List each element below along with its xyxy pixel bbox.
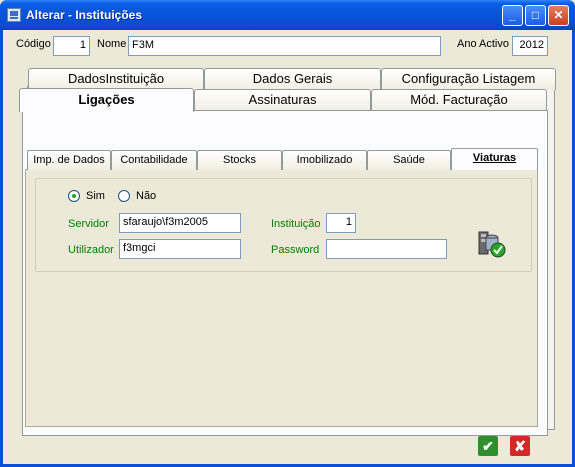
check-icon: ✔ <box>482 438 494 454</box>
ano-activo-label: Ano Activo <box>457 38 509 50</box>
confirm-button[interactable]: ✔ <box>478 436 498 456</box>
maximize-icon: □ <box>531 8 540 22</box>
password-label: Password <box>271 244 320 256</box>
subtab-saude[interactable]: Saúde <box>367 150 451 170</box>
servidor-label: Servidor <box>68 218 109 230</box>
radio-nao-label: Não <box>136 190 157 202</box>
instituicao-label: Instituição <box>271 218 321 230</box>
x-icon: ✘ <box>514 438 526 454</box>
close-icon: ✕ <box>553 8 564 22</box>
subtab-imp-dados[interactable]: Imp. de Dados <box>27 150 111 170</box>
window-title: Alterar - Instituições <box>26 8 143 22</box>
test-connection-button[interactable] <box>477 229 507 259</box>
maximize-button[interactable]: □ <box>525 5 546 26</box>
nome-field[interactable]: F3M <box>128 36 441 56</box>
database-check-icon <box>478 231 506 258</box>
tab-mod-facturacao[interactable]: Mód. Facturação <box>371 89 547 110</box>
utilizador-label: Utilizador <box>68 244 114 256</box>
minimize-icon: _ <box>509 8 516 22</box>
password-field[interactable] <box>326 239 447 259</box>
codigo-label: Código <box>16 38 51 50</box>
radio-sim-label: Sim <box>86 190 105 202</box>
utilizador-field[interactable]: f3mgci <box>119 239 241 259</box>
subtab-contabilidade[interactable]: Contabilidade <box>111 150 197 170</box>
tab-ligacoes[interactable]: Ligações <box>19 88 194 112</box>
app-icon <box>7 8 21 22</box>
tab-dados-gerais[interactable]: Dados Gerais <box>204 68 381 90</box>
title-bar[interactable]: Alterar - Instituições _ □ ✕ <box>0 0 575 30</box>
minimize-button[interactable]: _ <box>502 5 523 26</box>
subtab-viaturas[interactable]: Viaturas <box>451 148 538 170</box>
close-button[interactable]: ✕ <box>548 5 569 26</box>
tab-configuracao-listagem[interactable]: Configuração Listagem <box>381 68 556 90</box>
ano-activo-field[interactable]: 2012 <box>512 36 548 56</box>
dialog-body: Código 1 Nome F3M Ano Activo 2012 DadosI… <box>3 30 572 464</box>
window: Alterar - Instituições _ □ ✕ Código 1 No… <box>0 0 575 467</box>
codigo-field[interactable]: 1 <box>53 36 90 56</box>
tab-dados-instituicao[interactable]: DadosInstituição <box>28 68 204 90</box>
nome-label: Nome <box>97 38 127 50</box>
subtab-imobilizado[interactable]: Imobilizado <box>282 150 367 170</box>
tab-assinaturas[interactable]: Assinaturas <box>194 89 371 110</box>
radio-sim[interactable] <box>68 190 80 202</box>
instituicao-field[interactable]: 1 <box>326 213 356 233</box>
subtab-stocks[interactable]: Stocks <box>197 150 282 170</box>
servidor-field[interactable]: sfaraujo\f3m2005 <box>119 213 241 233</box>
radio-nao[interactable] <box>118 190 130 202</box>
cancel-button[interactable]: ✘ <box>510 436 530 456</box>
